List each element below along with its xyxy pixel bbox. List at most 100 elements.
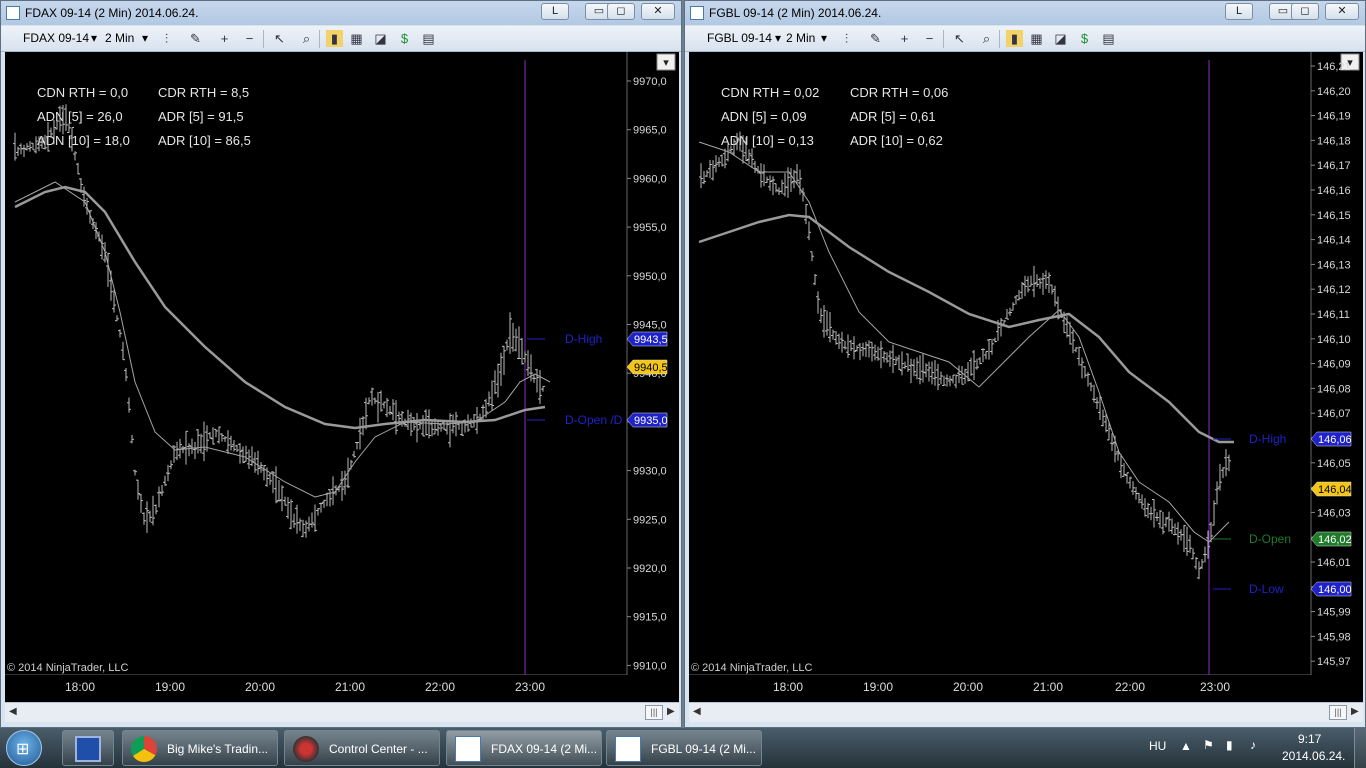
price-marker: 9940,5 [626, 359, 668, 375]
taskbar-pinned-save[interactable] [62, 730, 114, 766]
instrument-selector[interactable]: FGBL 09-14 [707, 31, 772, 45]
slow-moving-average-line [14, 185, 546, 430]
interval-selector[interactable]: 2 Min [786, 31, 815, 45]
fgbl-chart-window: FGBL 09-14 (2 Min) 2014.06.24. L ▭ ◻ ✕ F… [684, 0, 1366, 728]
price-tick-label: 146,21 [1317, 61, 1351, 73]
time-tick-label: 22:00 [425, 680, 456, 694]
chart-icon [455, 736, 481, 762]
chart-trader-icon[interactable]: ▮ [1006, 30, 1023, 47]
strategies-icon[interactable]: ▦ [1028, 30, 1045, 47]
scroll-left-icon[interactable]: ◀ [9, 706, 17, 717]
window-title: FGBL 09-14 (2 Min) 2014.06.24. [709, 6, 882, 20]
properties-icon[interactable]: ▤ [1100, 30, 1117, 47]
price-tick-label: 146,09 [1317, 359, 1351, 371]
taskbar-item-label: Control Center - ... [329, 742, 428, 756]
price-tick-label: 9915,0 [633, 612, 667, 624]
close-button[interactable]: ✕ [641, 3, 675, 20]
stat-label-left: CDN RTH = 0,02 [721, 85, 819, 100]
price-tick-label: 145,98 [1317, 631, 1351, 643]
price-tick-label: 146,05 [1317, 458, 1351, 470]
time-tick-label: 19:00 [155, 680, 186, 694]
interval-selector[interactable]: 2 Min [105, 31, 134, 45]
cursor-icon[interactable]: ↖ [951, 30, 968, 47]
marker-value: 146,02 [1318, 534, 1352, 546]
taskbar-item-2[interactable]: FDAX 09-14 (2 Mi... [446, 730, 602, 766]
chart-horizontal-scrollbar[interactable]: ◀ ||| ▶ [5, 702, 679, 722]
link-button[interactable]: L [541, 3, 569, 20]
chevron-down-icon: ▾ [663, 57, 669, 69]
chart-icon [615, 736, 641, 762]
dollar-icon[interactable]: $ [396, 30, 413, 47]
zoom-out-icon[interactable]: − [241, 30, 258, 47]
link-button[interactable]: L [1225, 3, 1253, 20]
language-indicator[interactable]: HU [1149, 739, 1166, 753]
volume-icon[interactable]: ♪ [1250, 738, 1256, 752]
fast-moving-average-line [14, 181, 551, 498]
network-icon[interactable]: ▮ [1226, 738, 1233, 752]
drawing-tool-icon[interactable]: ✎ [187, 30, 204, 47]
search-icon[interactable]: ⌕ [298, 30, 315, 47]
time-tick-label: 18:00 [65, 680, 96, 694]
show-desktop-button[interactable] [1354, 728, 1366, 768]
price-tick-label: 146,01 [1317, 557, 1351, 569]
window-titlebar[interactable]: FGBL 09-14 (2 Min) 2014.06.24. L ▭ ◻ ✕ [685, 1, 1365, 25]
price-tick-label: 146,13 [1317, 259, 1351, 271]
show-hidden-icons-icon[interactable]: ▲ [1180, 739, 1192, 753]
start-button[interactable]: ⊞ [6, 730, 42, 766]
time-tick-label: 18:00 [773, 680, 804, 694]
taskbar-item-label: FGBL 09-14 (2 Mi... [651, 742, 756, 756]
clock-date[interactable]: 2014.06.24. [1282, 749, 1345, 763]
cursor-icon[interactable]: ↖ [271, 30, 288, 47]
indicators-icon[interactable]: ◪ [1052, 30, 1069, 47]
taskbar: ⊞ Big Mike's Tradin... Control Center - … [0, 728, 1366, 768]
window-titlebar[interactable]: FDAX 09-14 (2 Min) 2014.06.24. L ▭ ◻ ✕ [1, 1, 681, 25]
price-tick-label: 146,19 [1317, 111, 1351, 123]
bar-type-icon[interactable]: ⫶ [158, 30, 175, 47]
search-icon[interactable]: ⌕ [978, 30, 995, 47]
taskbar-item-1[interactable]: Control Center - ... [284, 730, 440, 766]
price-tick-label: 146,20 [1317, 86, 1351, 98]
zoom-out-icon[interactable]: − [921, 30, 938, 47]
instrument-dropdown-icon[interactable]: ▾ [775, 31, 781, 45]
price-chart-fgbl[interactable]: ▾ 146,21 146,20 146,19 146,18 146,17 146,16 146… [689, 52, 1363, 675]
zoom-in-icon[interactable]: + [896, 30, 913, 47]
stat-label-right: CDR RTH = 0,06 [850, 85, 948, 100]
indicators-icon[interactable]: ◪ [372, 30, 389, 47]
taskbar-item-3[interactable]: FGBL 09-14 (2 Mi... [606, 730, 762, 766]
clock-time[interactable]: 9:17 [1298, 732, 1321, 746]
taskbar-item-0[interactable]: Big Mike's Tradin... [122, 730, 278, 766]
price-tick-label: 146,14 [1317, 235, 1351, 247]
scrollbar-thumb[interactable]: ||| [1329, 705, 1347, 720]
strategies-icon[interactable]: ▦ [348, 30, 365, 47]
toolbar-divider [263, 30, 264, 48]
zoom-in-icon[interactable]: + [216, 30, 233, 47]
drawing-tool-icon[interactable]: ✎ [867, 30, 884, 47]
properties-icon[interactable]: ▤ [420, 30, 437, 47]
scroll-right-icon[interactable]: ▶ [1351, 706, 1359, 717]
price-chart-fdax[interactable]: ▾ 9970,0 9965,0 9960,0 9955,0 9950,0 9945,0 994… [5, 52, 679, 675]
chart-window-icon [690, 6, 704, 20]
maximize-button[interactable]: ◻ [607, 3, 635, 20]
chart-horizontal-scrollbar[interactable]: ◀ ||| ▶ [689, 702, 1363, 722]
price-tick-label: 9910,0 [633, 660, 667, 672]
marker-value: 9940,5 [634, 362, 668, 374]
instrument-dropdown-icon[interactable]: ▾ [91, 31, 97, 45]
maximize-button[interactable]: ◻ [1291, 3, 1319, 20]
toolbar-divider [319, 30, 320, 48]
chart-trader-icon[interactable]: ▮ [326, 30, 343, 47]
scrollbar-thumb[interactable]: ||| [645, 705, 663, 720]
scroll-right-icon[interactable]: ▶ [667, 706, 675, 717]
price-tick-label: 9965,0 [633, 125, 667, 137]
interval-dropdown-icon[interactable]: ▾ [821, 31, 827, 45]
marker-value: 9935,0 [634, 415, 668, 427]
interval-dropdown-icon[interactable]: ▾ [142, 31, 148, 45]
dollar-icon[interactable]: $ [1076, 30, 1093, 47]
action-center-icon[interactable]: ⚑ [1203, 738, 1214, 752]
price-marker: D-High 9943,5 [527, 331, 668, 347]
stat-label-right: ADR [10] = 0,62 [850, 133, 943, 148]
bar-type-icon[interactable]: ⫶ [838, 30, 855, 47]
close-button[interactable]: ✕ [1325, 3, 1359, 20]
instrument-selector[interactable]: FDAX 09-14 [23, 31, 89, 45]
scroll-left-icon[interactable]: ◀ [693, 706, 701, 717]
time-axis: 18:00 19:00 20:00 21:00 22:00 23:00 [689, 675, 1363, 702]
